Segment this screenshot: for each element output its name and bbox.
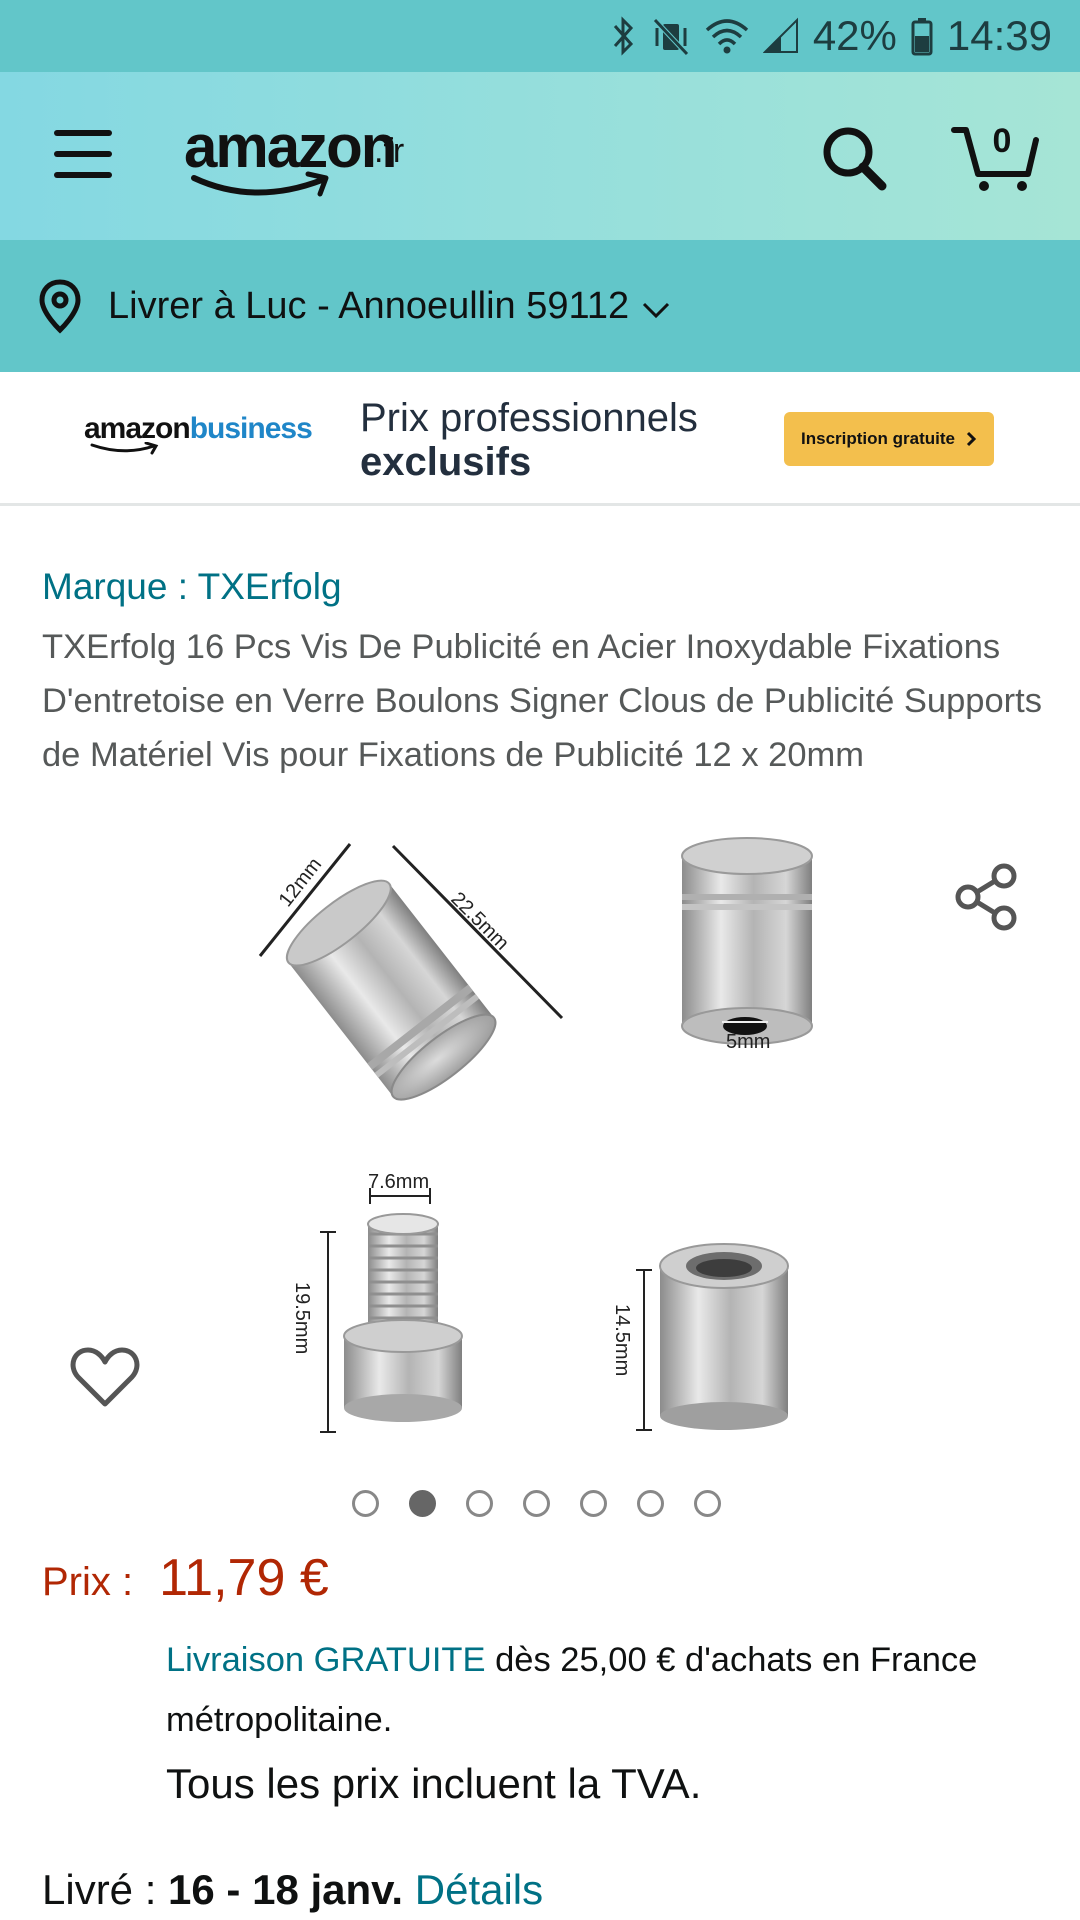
amazon-logo[interactable]: amazon .fr [184, 112, 454, 212]
search-icon [823, 127, 887, 191]
signal-icon [762, 16, 799, 56]
details-link[interactable]: Détails [415, 1866, 543, 1913]
image-carousel-dots [352, 1490, 721, 1517]
cap-length-label: 22.5mm [446, 888, 513, 955]
app-screen: 42% 14:39 amazon .fr 0 Livrer à Luc - An… [0, 0, 1080, 1920]
brand-link[interactable]: Marque : TXErfolg [42, 566, 342, 608]
price-label: Prix : [42, 1560, 134, 1604]
price-row: Prix : 11,79 € [42, 1548, 329, 1608]
cart-button[interactable]: 0 [950, 116, 1040, 196]
business-logo-business: business [189, 412, 313, 445]
delivery-date-row: Livré : 16 - 18 janv. Détails [42, 1866, 543, 1914]
business-banner[interactable]: amazonbusiness Prix professionnels exclu… [0, 372, 1080, 506]
share-icon [955, 863, 1017, 931]
battery-icon [911, 16, 933, 56]
search-button[interactable] [818, 122, 890, 194]
menu-button[interactable] [54, 130, 112, 180]
status-bar: 42% 14:39 [0, 0, 1080, 72]
signup-label: Inscription gratuite [801, 429, 955, 448]
product-title: TXErfolg 16 Pcs Vis De Publicité en Acie… [42, 628, 1042, 774]
chevron-right-icon [966, 431, 977, 447]
hamburger-icon [54, 130, 112, 136]
delivery-location-bar[interactable]: Livrer à Luc - Annoeullin 59112 [0, 240, 1080, 372]
wishlist-button[interactable] [70, 1344, 140, 1410]
carousel-dot[interactable] [466, 1490, 493, 1517]
app-header: amazon .fr 0 [0, 72, 1080, 240]
logo-tld: .fr [374, 132, 405, 170]
base-view: 14.5mm [611, 1243, 789, 1431]
carousel-dot-active[interactable] [409, 1490, 436, 1517]
share-button[interactable] [954, 862, 1020, 932]
bluetooth-icon [611, 16, 637, 56]
clock: 14:39 [946, 12, 1052, 59]
carousel-dot[interactable] [694, 1490, 721, 1517]
carousel-dot[interactable] [523, 1490, 550, 1517]
business-promo-text: Prix professionnels exclusifs [360, 396, 740, 484]
business-promo-line1: Prix professionnels [360, 396, 698, 440]
free-signup-button[interactable]: Inscription gratuite [784, 412, 994, 466]
screw-view: 7.6mm 19.5mm [291, 1171, 463, 1433]
cart-count: 0 [992, 122, 1012, 160]
price-value: 11,79 € [159, 1549, 329, 1607]
base-length-label: 14.5mm [611, 1304, 633, 1376]
free-delivery-info: Livraison GRATUITE dès 25,00 € d'achats … [166, 1630, 1006, 1750]
carousel-dot[interactable] [580, 1490, 607, 1517]
delivery-date-label: Livré : [42, 1866, 169, 1913]
cap-side-view: 5mm [681, 837, 813, 1053]
heart-icon [70, 1347, 140, 1407]
free-delivery-link[interactable]: Livraison GRATUITE [166, 1641, 486, 1679]
carousel-dot[interactable] [352, 1490, 379, 1517]
wifi-icon [705, 16, 749, 56]
chevron-down-icon [643, 302, 670, 319]
business-logo-amazon: amazon [84, 412, 191, 445]
battery-percent: 42% [812, 12, 897, 59]
location-text: Livrer à Luc - Annoeullin 59112 [108, 284, 630, 327]
business-promo-line2: exclusifs [360, 440, 532, 484]
product-image[interactable]: 12mm 22.5mm 5mm 7.6mm 19.5mm 14.5mm [240, 836, 840, 1436]
screw-length-label: 19.5mm [291, 1282, 313, 1354]
hole-label: 5mm [726, 1031, 770, 1053]
delivery-date-range: 16 - 18 janv. [168, 1866, 404, 1913]
screw-width-label: 7.6mm [368, 1171, 429, 1193]
product-image-drawing: 12mm 22.5mm 5mm 7.6mm 19.5mm 14.5mm [258, 837, 813, 1433]
vibrate-off-icon [651, 16, 691, 56]
cap-angled-view: 12mm 22.5mm [258, 843, 564, 1101]
amazon-business-logo: amazonbusiness [84, 412, 313, 456]
location-pin-icon [39, 279, 81, 334]
tva-notice: Tous les prix incluent la TVA. [166, 1760, 702, 1807]
smile-icon [191, 171, 329, 197]
carousel-dot[interactable] [637, 1490, 664, 1517]
